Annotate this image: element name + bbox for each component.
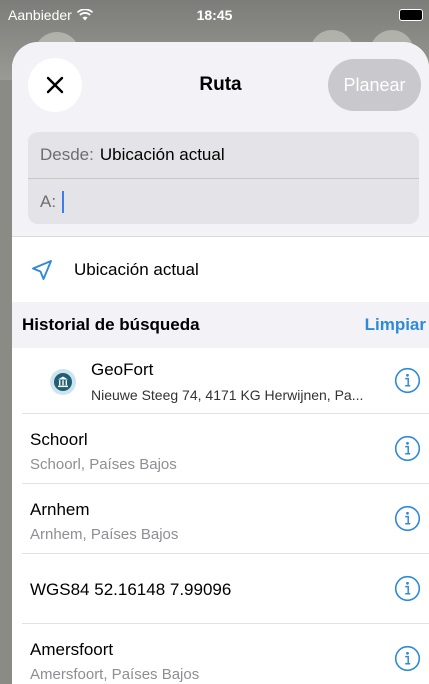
history-item[interactable]: Schoorl Schoorl, Países Bajos [22,414,429,484]
battery-icon [399,9,423,21]
item-title: Amersfoort [30,640,114,659]
item-title: Arnhem [30,500,90,519]
item-title: Schoorl [30,430,88,449]
info-icon[interactable] [394,367,421,394]
museum-icon [50,369,76,395]
item-subtitle: Nieuwe Steeg 74, 4171 KG Herwijnen, Pa..… [91,387,364,403]
sheet-header: Ruta Planear [12,42,429,132]
history-section-header: Historial de búsqueda Limpiar [12,302,429,348]
item-subtitle: Arnhem, Países Bajos [30,526,179,543]
route-box: Desde: Ubicación actual A: [28,132,419,224]
item-title: WGS84 52.16148 7.99096 [30,580,232,599]
route-sheet: Ruta Planear Desde: Ubicación actual A: … [12,42,429,684]
history-list: GeoFort Nieuwe Steeg 74, 4171 KG Herwijn… [12,348,429,684]
item-title: GeoFort [91,360,154,379]
info-icon[interactable] [394,575,421,602]
location-arrow-icon [32,259,52,280]
route-fields: Desde: Ubicación actual A: [12,132,429,236]
status-time: 18:45 [196,7,233,23]
history-item[interactable]: GeoFort Nieuwe Steeg 74, 4171 KG Herwijn… [22,348,429,414]
history-item[interactable]: WGS84 52.16148 7.99096 [22,554,429,624]
current-location-label: Ubicación actual [74,259,199,279]
plan-button[interactable]: Planear [328,59,421,111]
to-field[interactable]: A: [28,178,419,224]
current-location-row[interactable]: Ubicación actual [12,236,429,302]
item-subtitle: Schoorl, Países Bajos [30,456,177,473]
section-title: Historial de búsqueda [22,315,200,334]
info-icon[interactable] [394,505,421,532]
from-field[interactable]: Desde: Ubicación actual [28,132,419,178]
history-item[interactable]: Arnhem Arnhem, Países Bajos [22,484,429,554]
info-icon[interactable] [394,435,421,462]
from-value: Ubicación actual [99,145,225,164]
clear-button[interactable]: Limpiar [365,315,426,335]
to-label: A: [40,191,57,211]
item-subtitle: Amersfoort, Países Bajos [30,666,200,683]
history-item[interactable]: Amersfoort Amersfoort, Países Bajos [22,624,429,684]
status-bar: Aanbieder 18:45 [0,0,429,30]
info-icon[interactable] [394,645,421,672]
text-cursor [62,190,65,213]
from-label: Desde: [40,145,94,164]
